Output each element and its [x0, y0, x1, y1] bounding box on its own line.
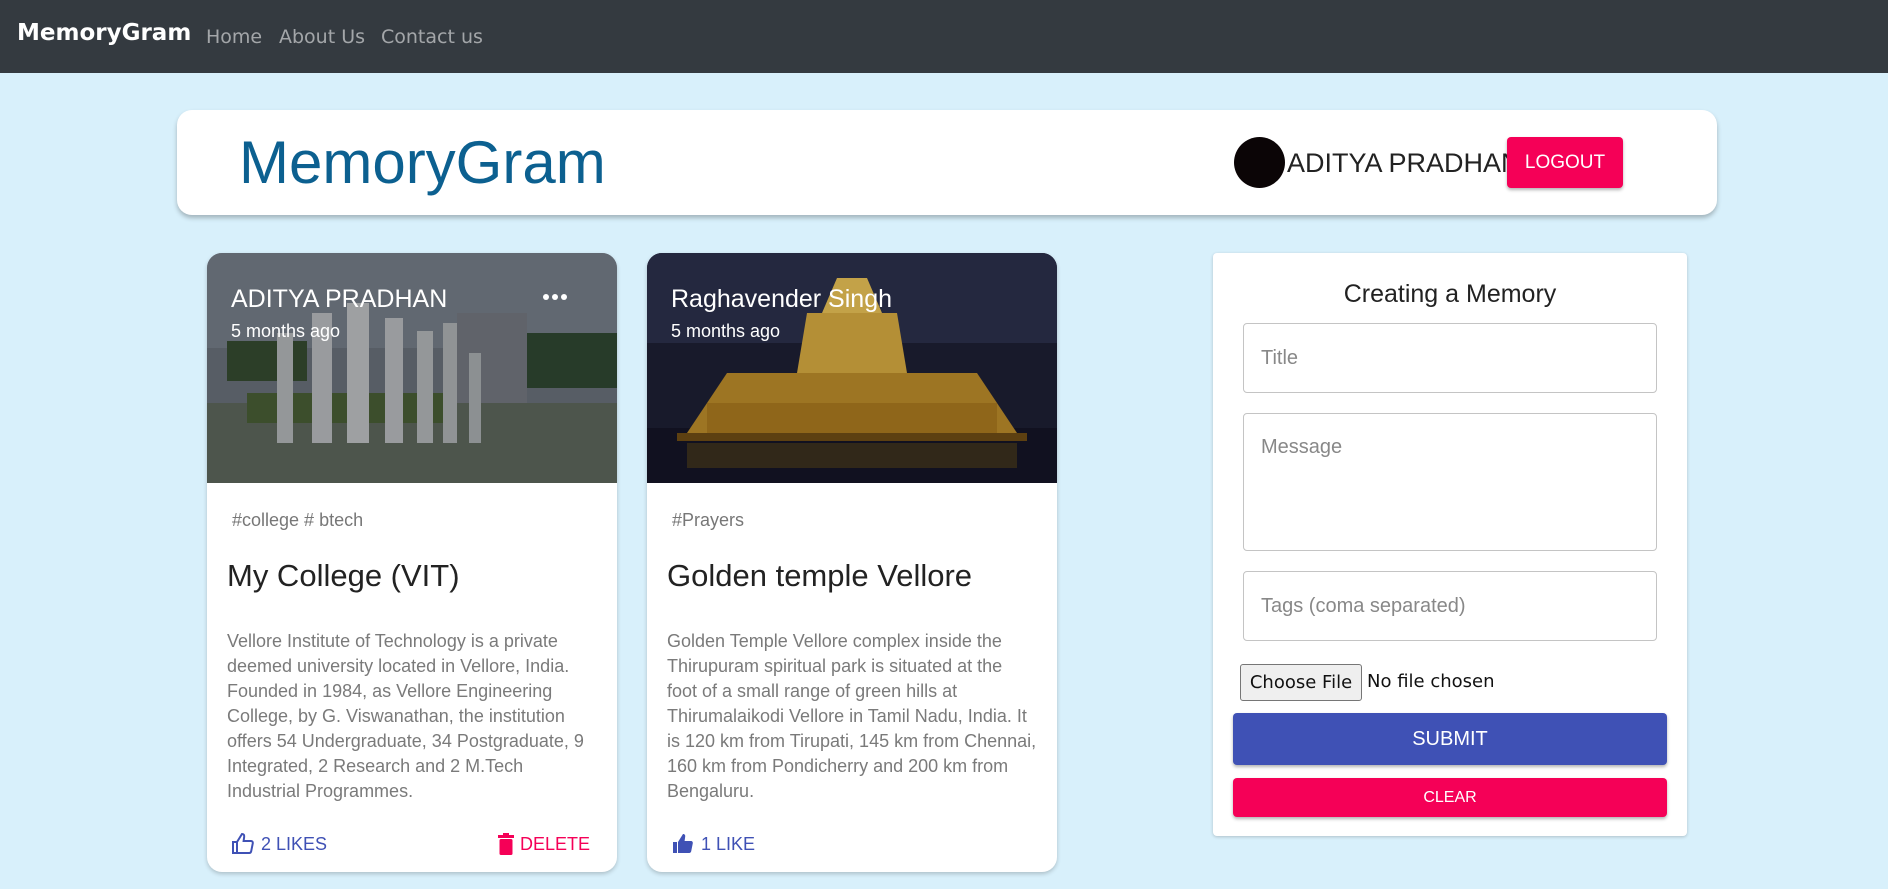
tags-input[interactable] — [1243, 571, 1657, 641]
more-horiz-icon[interactable] — [540, 287, 570, 307]
thumb-up-icon — [232, 832, 254, 854]
message-input[interactable] — [1243, 413, 1657, 551]
logout-button[interactable]: LOGOUT — [1507, 137, 1623, 188]
create-memory-form: Creating a Memory Choose File No file ch… — [1213, 253, 1687, 836]
avatar — [1234, 137, 1285, 188]
post-card: ADITYA PRADHAN 5 months ago #college # b… — [207, 253, 617, 872]
nav-link-home[interactable]: Home — [206, 25, 262, 49]
post-tags: #college # btech — [232, 510, 364, 530]
post-time: 5 months ago — [231, 321, 341, 341]
app-header: MemoryGram ADITYA PRADHAN LOGOUT — [177, 110, 1717, 215]
delete-label: DELETE — [519, 833, 590, 854]
post-title: Golden temple Vellore — [667, 558, 973, 593]
top-navbar: MemoryGram Home About Us Contact us — [0, 0, 1888, 73]
file-status: No file chosen — [1367, 671, 1495, 692]
post-message: Golden Temple Vellore complex inside the… — [667, 631, 1037, 801]
title-input[interactable] — [1243, 323, 1657, 393]
nav-link-contact-us[interactable]: Contact us — [381, 25, 483, 49]
post-author: Raghavender Singh — [671, 285, 892, 313]
choose-file-button[interactable]: Choose File — [1240, 664, 1362, 701]
delete-button[interactable]: DELETE — [497, 829, 590, 859]
like-count: 2 LIKES — [261, 833, 328, 854]
user-name: ADITYA PRADHAN — [1287, 148, 1521, 178]
navbar-brand[interactable]: MemoryGram — [17, 19, 191, 47]
post-tags: #Prayers — [672, 510, 745, 530]
like-button[interactable]: 1 LIKE — [671, 829, 755, 859]
form-title: Creating a Memory — [1343, 280, 1557, 308]
post-title: My College (VIT) — [227, 558, 460, 593]
like-count: 1 LIKE — [701, 833, 756, 854]
clear-button[interactable]: CLEAR — [1233, 778, 1667, 817]
post-message: Vellore Institute of Technology is a pri… — [227, 631, 584, 801]
app-heading[interactable]: MemoryGram — [239, 130, 606, 196]
like-button[interactable]: 2 LIKES — [231, 829, 327, 859]
post-time: 5 months ago — [671, 321, 781, 341]
post-author: ADITYA PRADHAN — [231, 285, 448, 313]
post-card: Raghavender Singh 5 months ago #Prayers … — [647, 253, 1057, 872]
submit-button[interactable]: SUBMIT — [1233, 713, 1667, 765]
nav-link-about-us[interactable]: About Us — [279, 25, 365, 49]
trash-icon — [497, 833, 514, 855]
thumb-up-icon — [673, 834, 693, 853]
